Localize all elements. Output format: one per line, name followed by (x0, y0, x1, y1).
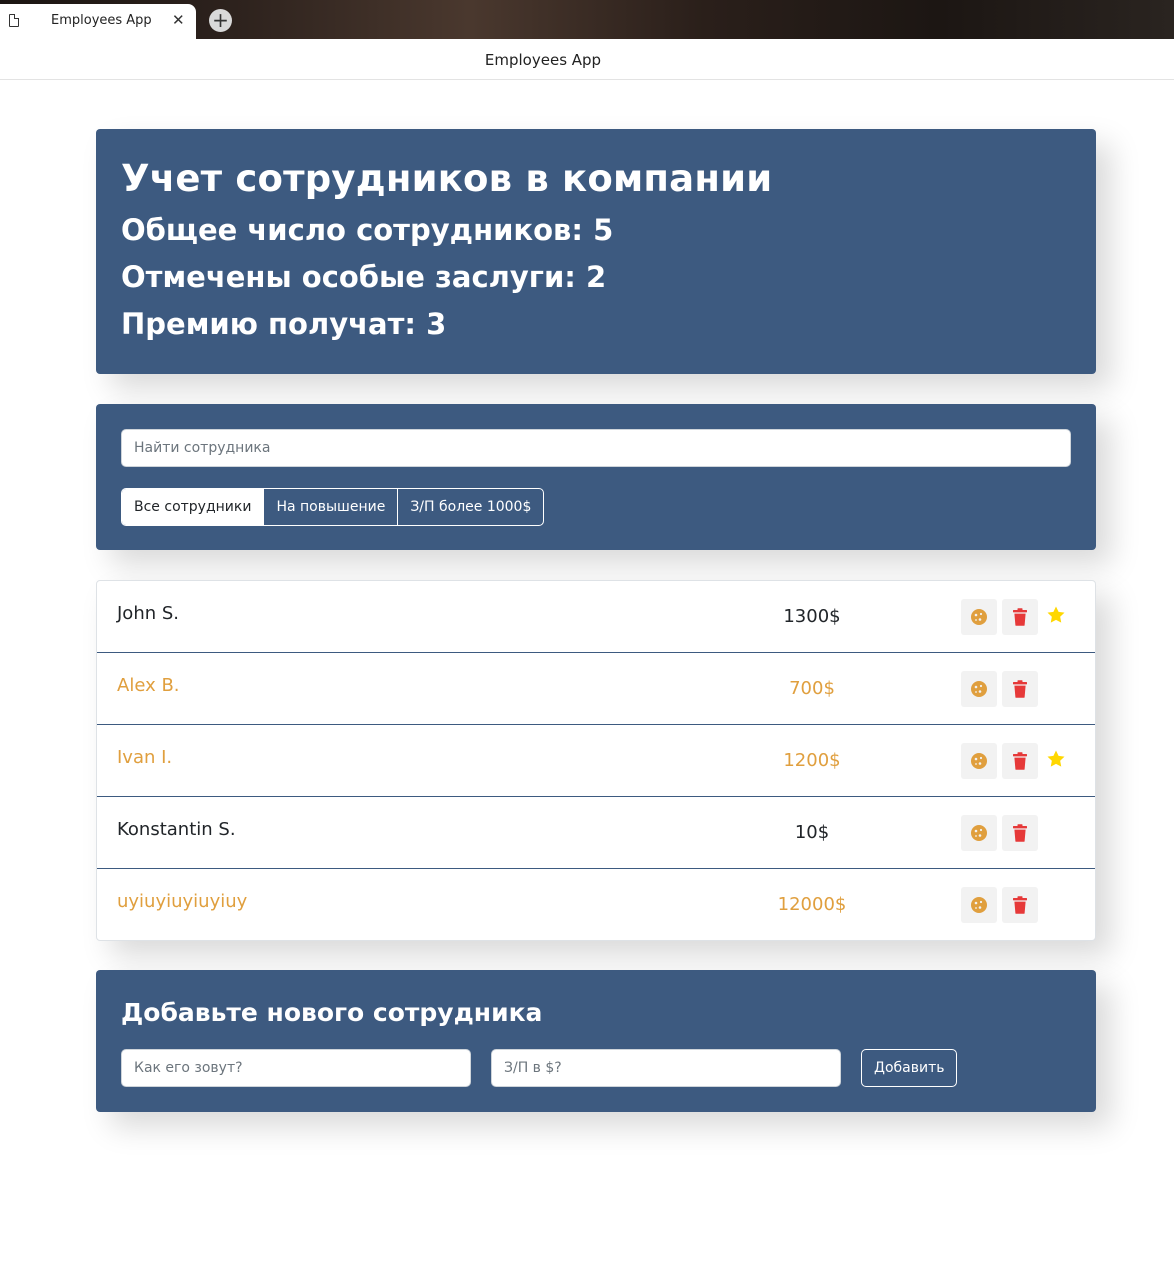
trash-icon (1012, 824, 1028, 842)
browser-tab[interactable]: Employees App ✕ (0, 4, 196, 39)
tab-title: Employees App (51, 13, 152, 28)
search-panel: Все сотрудники На повышение З/П более 10… (96, 404, 1096, 550)
delete-button[interactable] (1002, 743, 1038, 779)
delete-button[interactable] (1002, 887, 1038, 923)
add-button[interactable]: Добавить (861, 1049, 958, 1087)
trash-icon (1012, 896, 1028, 914)
employee-salary: 10$ (794, 822, 830, 843)
total-employees: Общее число сотрудников: 5 (121, 213, 614, 247)
delete-button[interactable] (1002, 671, 1038, 707)
employee-name[interactable]: Konstantin S. (117, 819, 236, 840)
star-icon (1046, 605, 1068, 627)
filter-group: Все сотрудники На повышение З/П более 10… (121, 488, 544, 526)
app-heading: Учет сотрудников в компании (121, 157, 773, 200)
cookie-button[interactable] (961, 599, 997, 635)
employee-row: Konstantin S. 10$ (97, 797, 1095, 869)
cookie-icon (970, 680, 988, 698)
employee-salary: 1300$ (783, 606, 841, 627)
trash-icon (1012, 608, 1028, 626)
employee-row: uyiuyiuyiuyiuy 12000$ (97, 869, 1095, 941)
search-input[interactable] (121, 429, 1071, 467)
cookie-icon (970, 608, 988, 626)
new-tab-button[interactable]: + (209, 9, 232, 32)
employee-row: Alex B. 700$ (97, 653, 1095, 725)
trash-icon (1012, 680, 1028, 698)
merit-count: Отмечены особые заслуги: 2 (121, 260, 607, 294)
employee-name[interactable]: uyiuyiuyiuyiuy (117, 891, 247, 912)
bonus-count: Премию получат: 3 (121, 307, 447, 341)
filter-salary-button[interactable]: З/П более 1000$ (397, 489, 543, 525)
browser-tabstrip: Employees App ✕ + (0, 0, 1174, 39)
employee-salary: 700$ (789, 678, 835, 699)
add-employee-panel: Добавьте нового сотрудника Добавить (96, 970, 1096, 1112)
trash-icon (1012, 752, 1028, 770)
cookie-button[interactable] (961, 671, 997, 707)
name-input[interactable] (121, 1049, 471, 1087)
window-titlebar: Employees App (0, 39, 1174, 80)
add-form: Добавить (121, 1049, 1071, 1087)
cookie-button[interactable] (961, 815, 997, 851)
page-icon (9, 14, 19, 27)
employee-name[interactable]: John S. (117, 603, 179, 624)
employee-salary: 1200$ (783, 750, 841, 771)
star-icon (1046, 749, 1068, 771)
window-title: Employees App (484, 51, 602, 69)
cookie-icon (970, 752, 988, 770)
employee-salary: 12000$ (777, 894, 847, 915)
employee-name[interactable]: Ivan I. (117, 747, 172, 768)
salary-input[interactable] (491, 1049, 841, 1087)
filter-all-button[interactable]: Все сотрудники (122, 489, 264, 525)
close-icon[interactable]: ✕ (172, 11, 185, 29)
app-info-panel: Учет сотрудников в компании Общее число … (96, 129, 1096, 374)
employees-list: John S. 1300$ Alex B. 700$ Ivan I. 1200$ Konst… (96, 580, 1096, 941)
cookie-button[interactable] (961, 743, 997, 779)
employee-row: John S. 1300$ (97, 581, 1095, 653)
add-heading: Добавьте нового сотрудника (121, 998, 543, 1027)
cookie-button[interactable] (961, 887, 997, 923)
cookie-icon (970, 896, 988, 914)
employee-name[interactable]: Alex B. (117, 675, 180, 696)
employee-row: Ivan I. 1200$ (97, 725, 1095, 797)
filter-increase-button[interactable]: На повышение (263, 489, 397, 525)
cookie-icon (970, 824, 988, 842)
delete-button[interactable] (1002, 815, 1038, 851)
delete-button[interactable] (1002, 599, 1038, 635)
